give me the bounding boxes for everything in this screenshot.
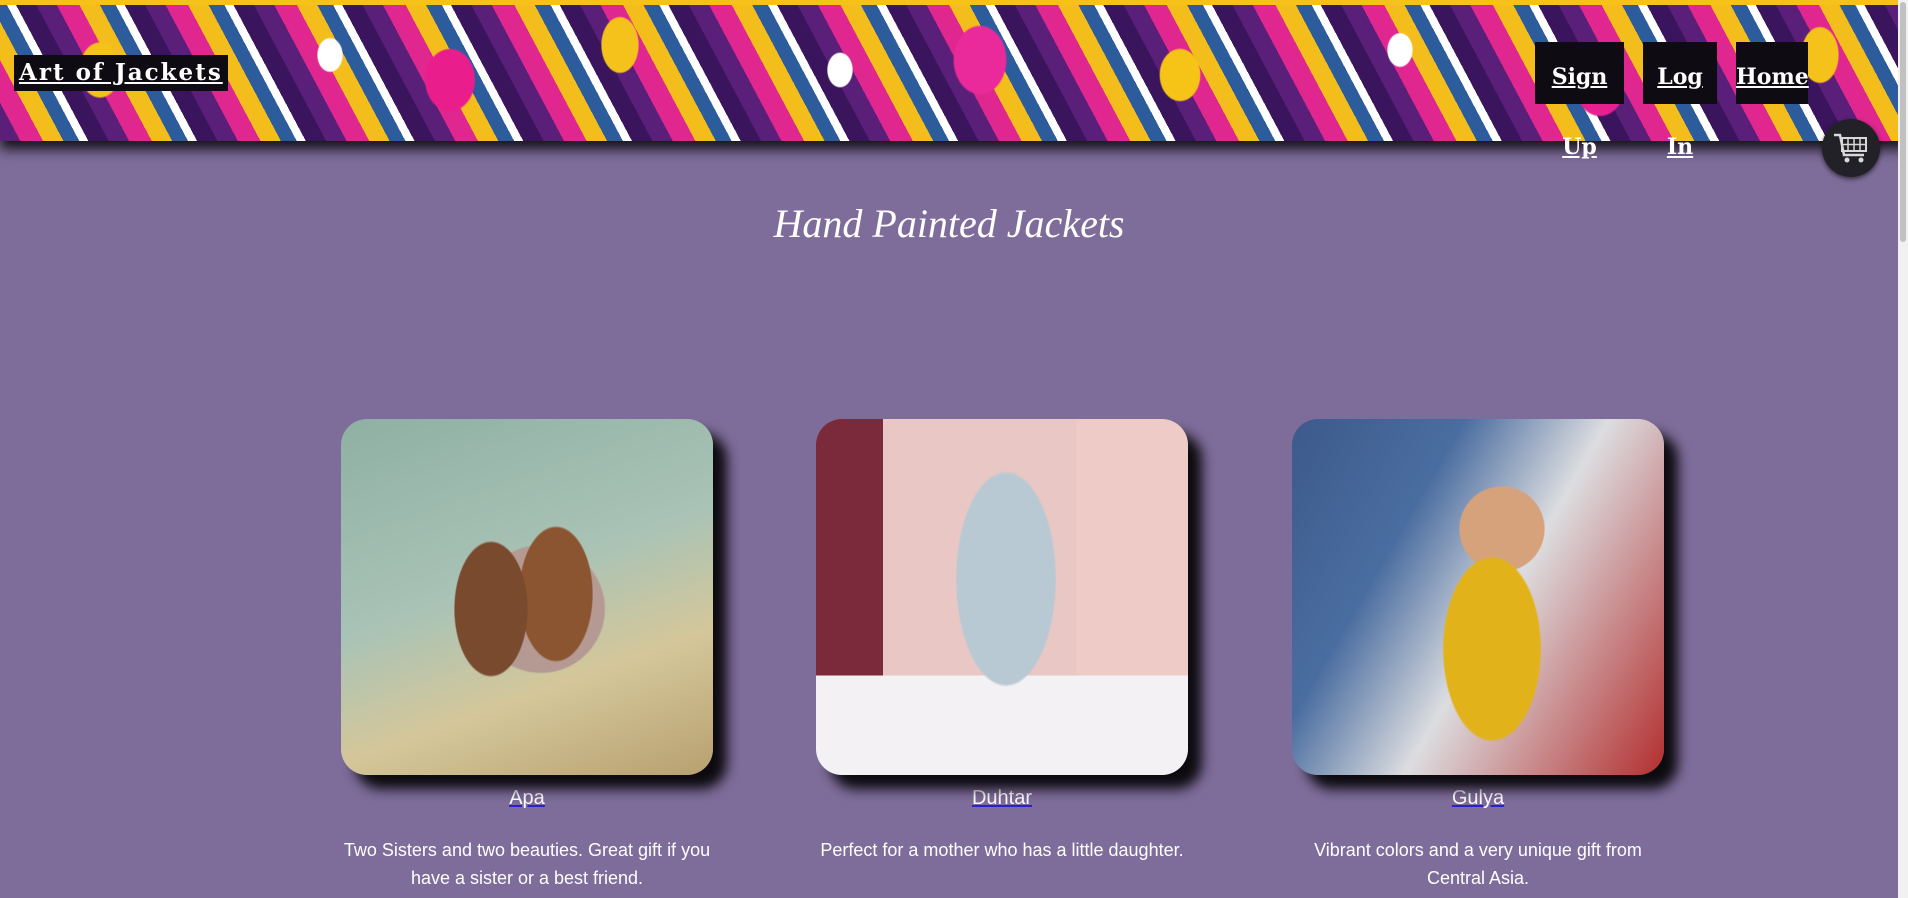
product-image-duhtar[interactable] <box>816 419 1188 775</box>
page-title: Hand Painted Jackets <box>773 201 1125 246</box>
sign-up-button[interactable]: Sign Up <box>1535 42 1624 160</box>
product-link-gulya[interactable]: Gulya <box>1292 787 1664 810</box>
header-banner: Art of Jackets Sign Up Log In Home <box>0 0 1908 160</box>
product-image-gulya[interactable] <box>1292 419 1664 775</box>
shopping-cart-icon <box>1834 133 1867 163</box>
product-link-duhtar[interactable]: Duhtar <box>816 787 1188 810</box>
product-image-apa[interactable] <box>341 419 713 775</box>
product-card-gulya: Gulya Vibrant colors and a very unique g… <box>1292 419 1664 892</box>
product-link-apa[interactable]: Apa <box>341 787 713 810</box>
product-card-apa: Apa Two Sisters and two beauties. Great … <box>341 419 713 892</box>
home-button[interactable]: Home <box>1736 42 1809 104</box>
scrollbar-thumb[interactable] <box>1900 2 1906 242</box>
log-in-button[interactable]: Log In <box>1643 42 1717 160</box>
product-description-duhtar: Perfect for a mother who has a little da… <box>820 840 1184 860</box>
product-description-gulya: Vibrant colors and a very unique gift fr… <box>1314 840 1642 888</box>
product-card-duhtar: Duhtar Perfect for a mother who has a li… <box>816 419 1188 864</box>
site-logo-link[interactable]: Art of Jackets <box>14 55 228 91</box>
cart-button[interactable] <box>1822 119 1880 177</box>
product-description-apa: Two Sisters and two beauties. Great gift… <box>343 840 711 888</box>
